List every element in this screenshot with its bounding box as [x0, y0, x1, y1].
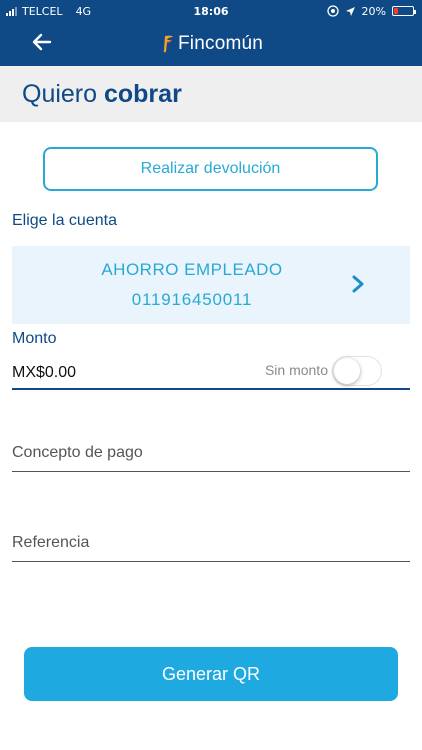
app-header: TELCEL 4G 18:06 20% Fincomún: [0, 0, 422, 66]
title-band: Quiero cobrar: [0, 66, 422, 122]
account-number: 011916450011: [131, 290, 253, 309]
no-amount-label: Sin monto: [264, 362, 328, 378]
account-selector[interactable]: AHORRO EMPLEADO 011916450011: [12, 246, 410, 324]
chevron-right-icon: [352, 275, 364, 293]
amount-value[interactable]: MX$0.00: [12, 364, 76, 382]
refund-button[interactable]: Realizar devolución: [43, 147, 378, 191]
brand-name: Fincomún: [178, 33, 264, 54]
reference-placeholder: Referencia: [12, 534, 90, 551]
toggle-knob: [334, 358, 360, 384]
concept-field[interactable]: Concepto de pago: [12, 438, 410, 472]
status-bar: TELCEL 4G 18:06 20%: [0, 0, 422, 22]
no-amount-toggle[interactable]: [332, 356, 382, 386]
account-name: AHORRO EMPLEADO: [101, 260, 283, 279]
battery-icon: [392, 6, 416, 16]
network-label: 4G: [75, 4, 92, 18]
brand-logo: Fincomún: [162, 32, 263, 56]
amount-label: Monto: [12, 330, 57, 347]
signal-icon: [6, 6, 17, 16]
reference-field[interactable]: Referencia: [12, 528, 410, 562]
generate-qr-button[interactable]: Generar QR: [24, 647, 398, 701]
account-section-label: Elige la cuenta: [12, 212, 117, 229]
fincomun-logo-icon: [163, 35, 173, 53]
battery-percent: 20%: [361, 4, 386, 18]
location-icon: [345, 6, 355, 16]
concept-placeholder: Concepto de pago: [12, 444, 143, 461]
page-title: Quiero cobrar: [22, 80, 182, 108]
amount-field[interactable]: MX$0.00 Sin monto: [12, 356, 410, 390]
screen-lock-icon: [326, 5, 339, 17]
carrier-label: TELCEL: [22, 4, 63, 18]
status-time: 18:06: [193, 4, 229, 18]
back-arrow-icon[interactable]: [30, 30, 54, 54]
